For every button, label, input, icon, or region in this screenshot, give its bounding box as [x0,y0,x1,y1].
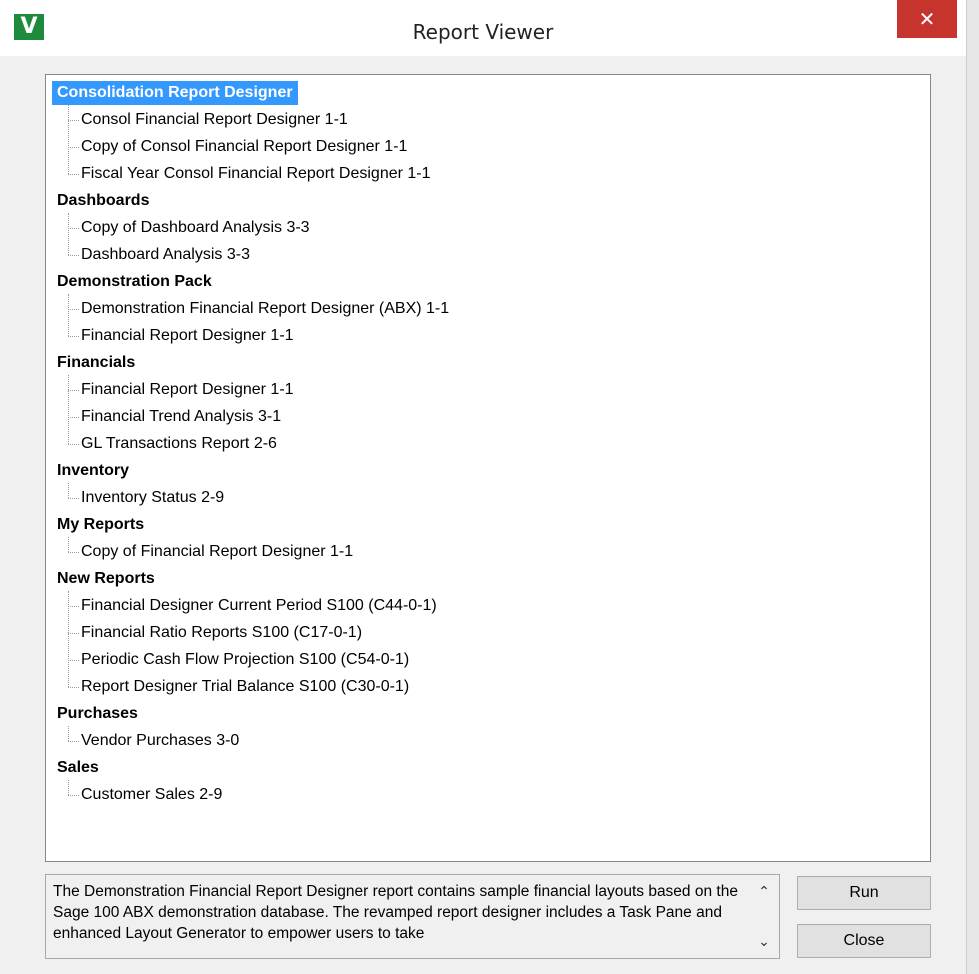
close-icon: ✕ [918,7,936,31]
tree-connector [68,147,79,148]
tree-connector [68,228,79,229]
tree-item[interactable]: Demonstration Financial Report Designer … [81,297,449,321]
report-tree[interactable]: Consolidation Report Designer Consol Fina… [45,74,931,862]
tree-item[interactable]: Vendor Purchases 3-0 [81,729,239,753]
tree-connector [68,174,79,175]
tree-connector [68,309,79,310]
tree-connector [68,417,79,418]
report-viewer-window: Report Viewer V ✕ Consolidation Report D… [0,0,966,974]
tree-connector [68,213,69,255]
tree-item[interactable]: Copy of Dashboard Analysis 3-3 [81,216,310,240]
tree-connector [68,726,69,741]
tree-item[interactable]: GL Transactions Report 2-6 [81,432,277,456]
tree-connector [68,741,79,742]
tree-connector [68,390,79,391]
tree-group-new-reports[interactable]: New Reports [54,567,158,591]
tree-item[interactable]: Financial Report Designer 1-1 [81,378,294,402]
run-button[interactable]: Run [797,876,931,910]
tree-group-sales[interactable]: Sales [54,756,102,780]
tree-item[interactable]: Copy of Consol Financial Report Designer… [81,135,407,159]
tree-connector [68,483,69,498]
tree-item[interactable]: Dashboard Analysis 3-3 [81,243,250,267]
tree-connector [68,660,79,661]
tree-group-purchases[interactable]: Purchases [54,702,141,726]
description-box[interactable]: The Demonstration Financial Report Desig… [45,874,780,959]
tree-item[interactable]: Copy of Financial Report Designer 1-1 [81,540,353,564]
tree-group-demonstration-pack[interactable]: Demonstration Pack [54,270,215,294]
window-close-button[interactable]: ✕ [897,0,957,38]
scroll-down-icon[interactable]: ⌄ [752,931,776,953]
tree-item[interactable]: Financial Designer Current Period S100 (… [81,594,437,618]
tree-item[interactable]: Financial Report Designer 1-1 [81,324,294,348]
scroll-up-icon[interactable]: ⌃ [752,881,776,903]
tree-group-my-reports[interactable]: My Reports [54,513,147,537]
tree-item[interactable]: Consol Financial Report Designer 1-1 [81,108,348,132]
tree-connector [68,444,79,445]
title-bar[interactable]: Report Viewer V ✕ [0,0,966,56]
app-icon: V [14,14,44,40]
tree-connector [68,255,79,256]
tree-item[interactable]: Periodic Cash Flow Projection S100 (C54-… [81,648,409,672]
tree-group-dashboards[interactable]: Dashboards [54,189,152,213]
tree-group-consolidation-report-designer[interactable]: Consolidation Report Designer [52,81,298,105]
tree-connector [68,375,69,444]
close-button[interactable]: Close [797,924,931,958]
tree-item[interactable]: Financial Trend Analysis 3-1 [81,405,281,429]
tree-connector [68,105,69,174]
tree-connector [68,552,79,553]
tree-connector [68,120,79,121]
tree-group-financials[interactable]: Financials [54,351,138,375]
tree-item[interactable]: Fiscal Year Consol Financial Report Desi… [81,162,431,186]
tree-connector [68,336,79,337]
tree-item[interactable]: Financial Ratio Reports S100 (C17-0-1) [81,621,362,645]
tree-connector [68,591,69,687]
tree-group-inventory[interactable]: Inventory [54,459,132,483]
tree-item[interactable]: Customer Sales 2-9 [81,783,222,807]
tree-connector [68,294,69,336]
tree-connector [68,537,69,552]
window-title: Report Viewer [412,20,554,44]
tree-connector [68,606,79,607]
tree-connector [68,498,79,499]
tree-connector [68,780,69,795]
description-text: The Demonstration Financial Report Desig… [53,883,738,942]
tree-item[interactable]: Report Designer Trial Balance S100 (C30-… [81,675,409,699]
tree-connector [68,633,79,634]
tree-connector [68,795,79,796]
tree-item[interactable]: Inventory Status 2-9 [81,486,224,510]
background-window-edge [966,0,979,974]
tree-connector [68,687,79,688]
